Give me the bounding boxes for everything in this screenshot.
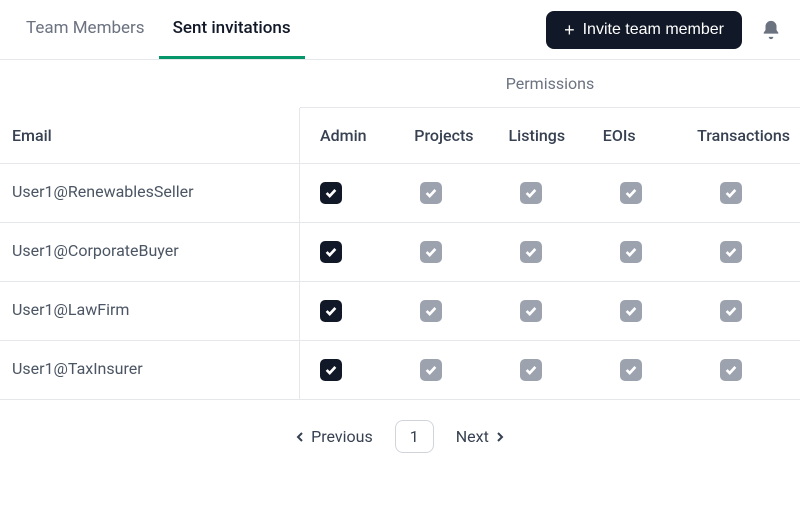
table-row: User1@RenewablesSeller [0, 164, 800, 223]
checkbox-listings[interactable] [520, 182, 542, 204]
bell-icon[interactable] [760, 19, 782, 41]
checkbox-projects[interactable] [420, 182, 442, 204]
invite-team-member-button[interactable]: + Invite team member [546, 11, 742, 49]
chevron-left-icon [295, 432, 305, 442]
pagination: Previous 1 Next [0, 400, 800, 473]
checkbox-listings[interactable] [520, 300, 542, 322]
checkbox-admin[interactable] [320, 241, 342, 263]
checkbox-eois[interactable] [620, 182, 642, 204]
checkbox-listings[interactable] [520, 241, 542, 263]
tab-sent-invitations[interactable]: Sent invitations [159, 0, 305, 59]
checkbox-transactions[interactable] [720, 182, 742, 204]
tab-sent-invitations-label: Sent invitations [173, 18, 291, 38]
tab-team-members[interactable]: Team Members [12, 0, 159, 59]
column-eois: EOIs [583, 108, 677, 163]
checkbox-admin[interactable] [320, 182, 342, 204]
checkbox-projects[interactable] [420, 359, 442, 381]
checkbox-admin[interactable] [320, 300, 342, 322]
next-button[interactable]: Next [456, 427, 505, 446]
invite-button-label: Invite team member [583, 21, 724, 39]
chevron-right-icon [495, 432, 505, 442]
checkbox-eois[interactable] [620, 359, 642, 381]
next-label: Next [456, 427, 489, 446]
checkbox-eois[interactable] [620, 300, 642, 322]
table-row: User1@TaxInsurer [0, 341, 800, 400]
cell-email: User1@CorporateBuyer [0, 223, 300, 281]
previous-button[interactable]: Previous [295, 427, 373, 446]
invitations-table: Email Admin Projects Listings EOIs Trans… [0, 108, 800, 400]
column-transactions: Transactions [677, 108, 800, 163]
column-email: Email [0, 108, 300, 163]
checkbox-transactions[interactable] [720, 241, 742, 263]
permissions-section-label: Permissions [300, 60, 800, 108]
checkbox-transactions[interactable] [720, 359, 742, 381]
plus-icon: + [564, 21, 575, 39]
cell-email: User1@LawFirm [0, 282, 300, 340]
page-number[interactable]: 1 [395, 420, 434, 453]
checkbox-transactions[interactable] [720, 300, 742, 322]
checkbox-eois[interactable] [620, 241, 642, 263]
checkbox-admin[interactable] [320, 359, 342, 381]
table-row: User1@CorporateBuyer [0, 223, 800, 282]
column-admin: Admin [300, 108, 394, 163]
cell-email: User1@RenewablesSeller [0, 164, 300, 222]
tabs-container: Team Members Sent invitations [12, 0, 305, 59]
table-header: Email Admin Projects Listings EOIs Trans… [0, 108, 800, 164]
column-projects: Projects [394, 108, 488, 163]
previous-label: Previous [311, 427, 373, 446]
checkbox-projects[interactable] [420, 300, 442, 322]
tab-team-members-label: Team Members [26, 18, 145, 38]
checkbox-projects[interactable] [420, 241, 442, 263]
cell-email: User1@TaxInsurer [0, 341, 300, 399]
column-listings: Listings [489, 108, 583, 163]
checkbox-listings[interactable] [520, 359, 542, 381]
table-row: User1@LawFirm [0, 282, 800, 341]
